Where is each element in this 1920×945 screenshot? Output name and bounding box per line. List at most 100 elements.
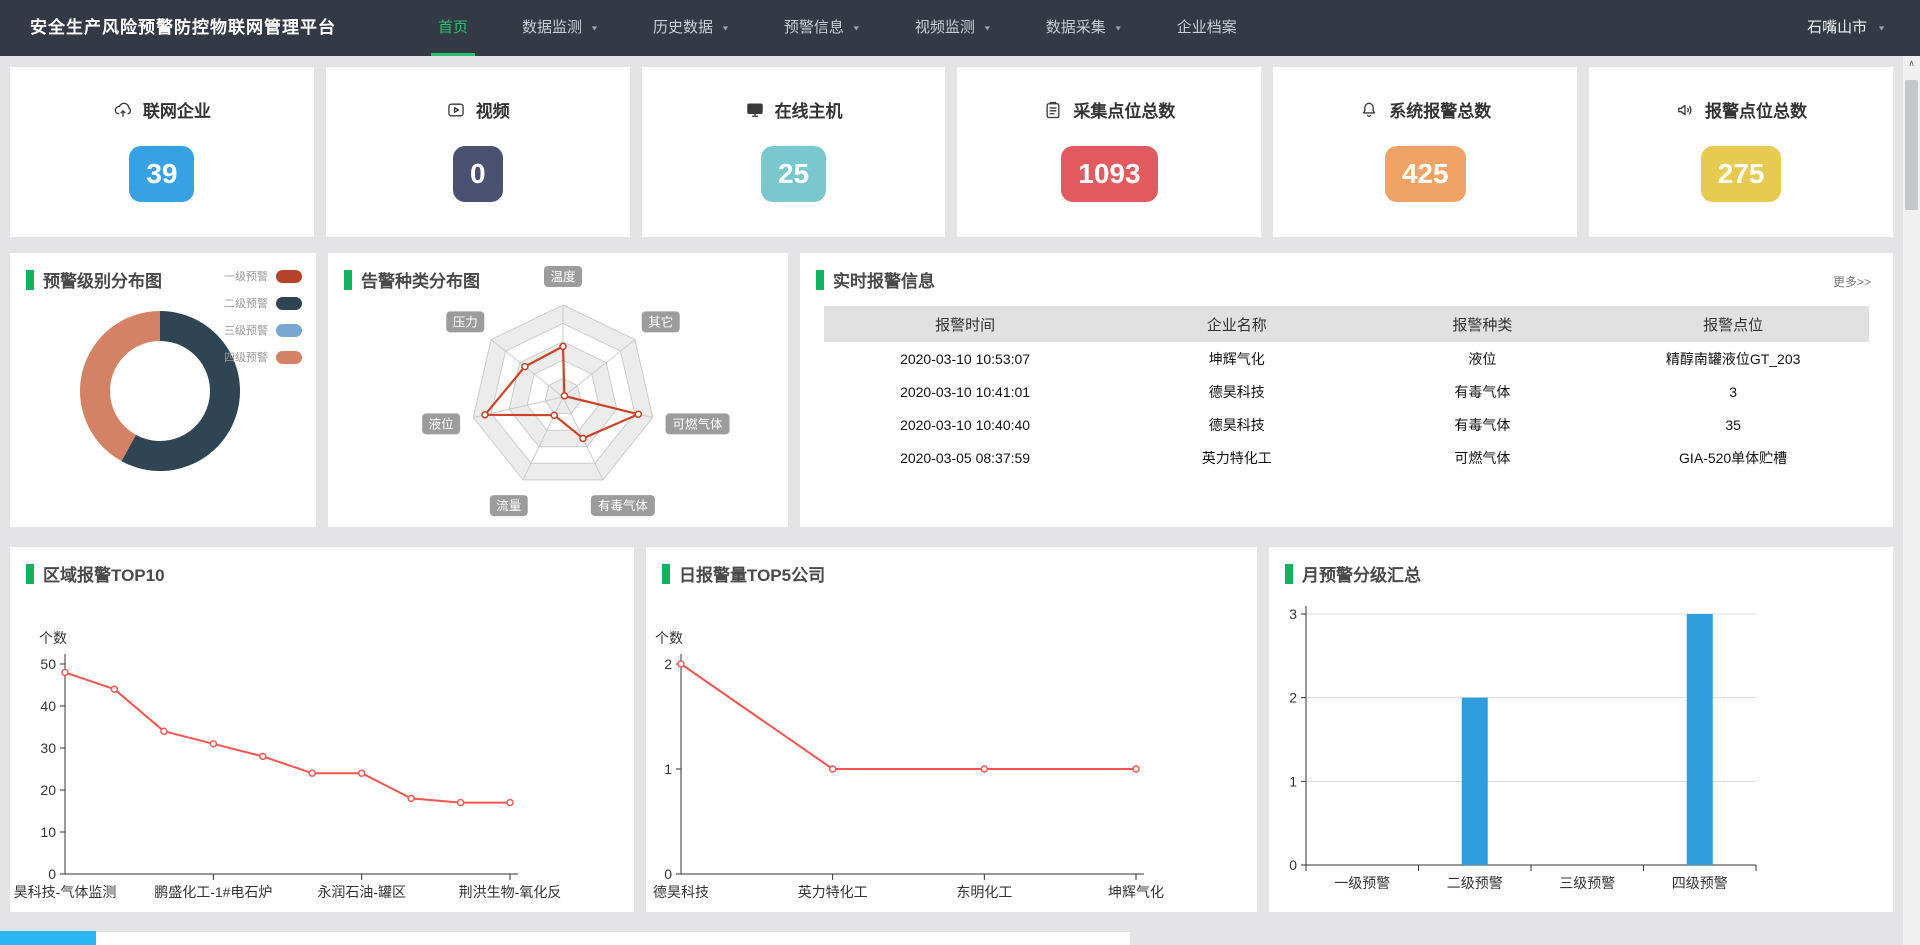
table-header-cell: 报警种类 (1367, 314, 1597, 335)
panel-title-text: 告警种类分布图 (361, 267, 480, 292)
chevron-down-icon: ▼ (721, 6, 730, 51)
table-cell: 2020-03-10 10:53:07 (824, 351, 1106, 367)
nav-item[interactable]: 视频监测▼ (888, 0, 1019, 56)
legend-label: 一级预警 (224, 268, 268, 284)
table-cell: 德昊科技 (1106, 382, 1367, 402)
panel-alarm-levels: 预警级别分布图 一级预警二级预警三级预警四级预警 (10, 253, 316, 527)
title-accent-bar (26, 564, 34, 584)
radar-data-point (580, 435, 586, 441)
chart-text: 2 (1289, 690, 1297, 706)
nav-item-label: 数据采集 (1046, 0, 1106, 56)
stat-card: 视频0 (326, 67, 630, 237)
legend-item: 一级预警 (224, 268, 302, 284)
region-top10-line-chart: 个数01020304050昊科技-气体监测鹏盛化工-1#电石炉永润石油-罐区荆洪… (10, 547, 634, 912)
chart-text: 一级预警 (1334, 875, 1390, 891)
chart-text: 昊科技-气体监测 (14, 884, 117, 900)
vertical-scrollbar[interactable]: ∧ (1903, 56, 1920, 945)
stat-card-title: 视频 (326, 97, 630, 122)
legend-swatch (276, 351, 302, 364)
nav-item[interactable]: 历史数据▼ (626, 0, 757, 56)
stat-label: 视频 (476, 97, 510, 122)
stat-value-badge: 275 (1701, 146, 1782, 202)
bell-icon (1359, 100, 1379, 120)
scroll-up-icon[interactable]: ∧ (1903, 56, 1920, 72)
chart-text: 1 (664, 761, 672, 777)
nav-menu: 首页数据监测▼历史数据▼预警信息▼视频监测▼数据采集▼企业档案 (411, 0, 1264, 56)
data-point (210, 741, 216, 747)
footer-content-sliver (0, 931, 1130, 945)
data-point (111, 686, 117, 692)
legend-swatch (276, 324, 302, 337)
data-point (309, 770, 315, 776)
table-cell: 液位 (1367, 349, 1597, 369)
legend-item: 三级预警 (224, 322, 302, 338)
radar-data-point (560, 343, 566, 349)
nav-item[interactable]: 数据监测▼ (495, 0, 626, 56)
legend-label: 四级预警 (224, 349, 268, 365)
chart-text: 30 (40, 740, 56, 756)
nav-item-label: 首页 (438, 0, 468, 56)
table-row: 2020-03-10 10:53:07坤辉气化液位精醇南罐液位GT_203 (824, 342, 1869, 375)
stats-row: 联网企业39视频0在线主机25采集点位总数1093系统报警总数425报警点位总数… (0, 56, 1920, 237)
legend-label: 二级预警 (224, 295, 268, 311)
table-cell: 35 (1597, 417, 1869, 433)
chevron-down-icon: ▼ (1877, 6, 1886, 51)
stat-value-badge: 39 (129, 146, 194, 202)
panel-title: 实时报警信息 (800, 253, 1893, 292)
stat-card-title: 采集点位总数 (957, 97, 1261, 122)
data-point (1133, 766, 1139, 772)
data-point (507, 800, 513, 806)
panel-title-text: 实时报警信息 (833, 267, 935, 292)
table-cell: GIA-520单体贮槽 (1597, 448, 1869, 468)
cloud-upload-icon (113, 100, 133, 120)
chart-text: 二级预警 (1447, 875, 1503, 891)
chart-text: 40 (40, 698, 56, 714)
panel-monthly-summary: 月预警分级汇总 0123一级预警二级预警三级预警四级预警 (1269, 547, 1893, 912)
table-cell: 坤辉气化 (1106, 349, 1367, 369)
chart-text: 可燃气体 (673, 416, 724, 431)
data-point (458, 800, 464, 806)
data-point (359, 770, 365, 776)
legend-swatch (276, 270, 302, 283)
donut-legend: 一级预警二级预警三级预警四级预警 (224, 268, 302, 376)
stat-card: 联网企业 39 (10, 67, 314, 237)
more-link[interactable]: 更多>> (1833, 273, 1871, 290)
legend-item: 二级预警 (224, 295, 302, 311)
region-label: 石嘴山市 (1807, 0, 1867, 56)
table-header-cell: 报警点位 (1597, 314, 1869, 335)
panel-alarm-types: 告警种类分布图 温度其它可燃气体有毒气体流量液位压力 (328, 253, 788, 527)
title-accent-bar (816, 270, 824, 290)
panel-realtime-alarms: 实时报警信息 更多>> 报警时间企业名称报警种类报警点位2020-03-10 1… (800, 253, 1893, 527)
stat-card-title: 联网企业 (10, 97, 314, 122)
nav-item-label: 企业档案 (1177, 0, 1237, 56)
table-cell: 2020-03-10 10:41:01 (824, 384, 1106, 400)
panel-region-top10: 区域报警TOP10 个数01020304050昊科技-气体监测鹏盛化工-1#电石… (10, 547, 634, 912)
table-cell: 可燃气体 (1367, 448, 1597, 468)
stat-card-title: 报警点位总数 (1589, 97, 1893, 122)
chart-text: 三级预警 (1559, 875, 1615, 891)
stat-card: 系统报警总数425 (1273, 67, 1577, 237)
chart-text: 鹏盛化工-1#电石炉 (154, 884, 272, 900)
nav-item-label: 数据监测 (522, 0, 582, 56)
chart-text: 英力特化工 (798, 884, 868, 900)
nav-item[interactable]: 数据采集▼ (1019, 0, 1150, 56)
chart-text: 其它 (648, 314, 673, 329)
panel-title: 日报警量TOP5公司 (646, 547, 1257, 586)
data-point (408, 795, 414, 801)
chart-text: 0 (48, 866, 56, 882)
monthly-summary-bar-chart: 0123一级预警二级预警三级预警四级预警 (1269, 547, 1893, 912)
table-cell: 3 (1597, 384, 1869, 400)
panel-title-text: 日报警量TOP5公司 (679, 561, 825, 586)
scrollbar-thumb[interactable] (1905, 80, 1918, 210)
legend-label: 三级预警 (224, 322, 268, 338)
nav-item[interactable]: 首页 (411, 0, 495, 56)
nav-item[interactable]: 企业档案 (1150, 0, 1264, 56)
chart-text: 个数 (39, 630, 67, 646)
title-accent-bar (662, 564, 670, 584)
data-line (681, 664, 1136, 769)
nav-item[interactable]: 预警信息▼ (757, 0, 888, 56)
region-selector[interactable]: 石嘴山市 ▼ (1807, 0, 1920, 56)
radar-data-point (482, 412, 488, 418)
table-cell: 2020-03-05 08:37:59 (824, 450, 1106, 466)
table-cell: 精醇南罐液位GT_203 (1597, 349, 1869, 369)
